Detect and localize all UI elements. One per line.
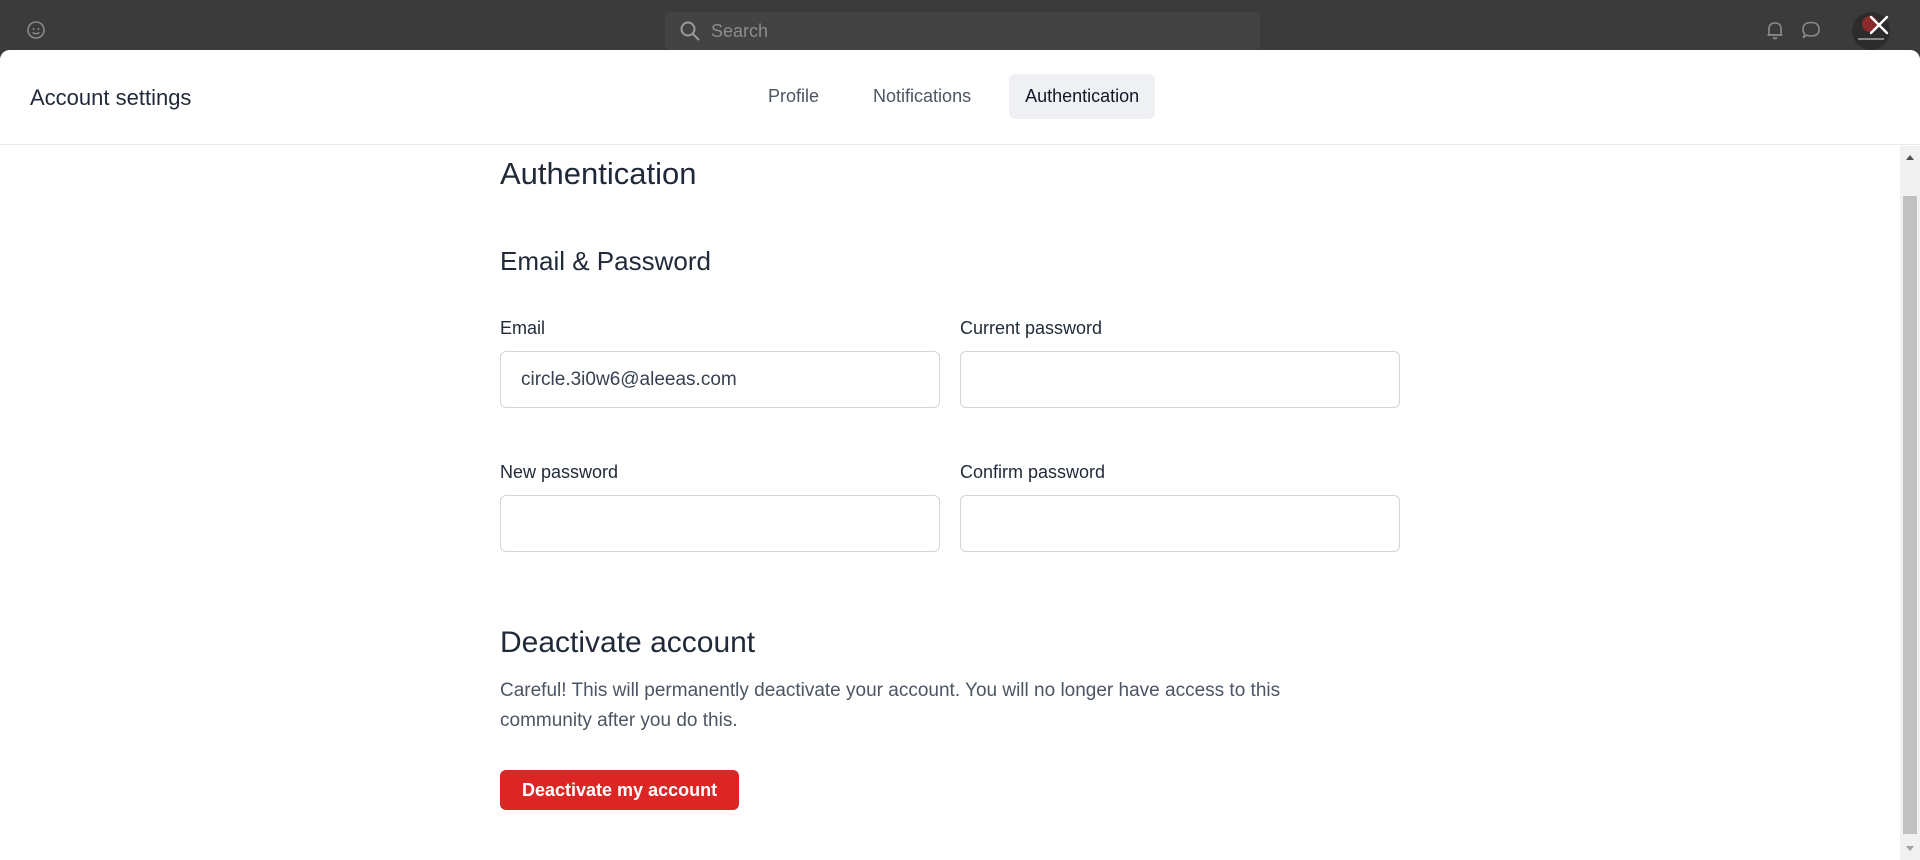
tab-authentication[interactable]: Authentication: [1009, 74, 1156, 119]
new-password-label: New password: [500, 462, 619, 482]
account-settings-modal: Account settings Profile Notifications A…: [0, 50, 1920, 860]
confirm-password-field-group: Confirm password: [960, 462, 1400, 552]
deactivate-account-button[interactable]: Deactivate my account: [500, 770, 740, 810]
auth-content: Authentication Email & Password Email Cu…: [0, 146, 1900, 860]
email-field-group: Email: [500, 318, 940, 408]
deactivate-warning-text: Careful! This will permanently deactivat…: [500, 680, 1281, 731]
confirm-password-field[interactable]: [960, 495, 1400, 552]
current-password-label: Current password: [960, 318, 1103, 338]
tab-notifications[interactable]: Notifications: [857, 74, 987, 119]
page-title: Authentication: [500, 156, 697, 191]
scrollbar-thumb[interactable]: [1903, 196, 1917, 834]
search-bar[interactable]: Search: [665, 12, 1260, 50]
email-label: Email: [500, 318, 546, 338]
settings-tabs: Profile Notifications Authentication: [752, 74, 1177, 119]
new-password-field[interactable]: [500, 495, 940, 552]
current-password-field-group: Current password: [960, 318, 1400, 408]
bell-icon[interactable]: [1764, 19, 1786, 41]
confirm-password-label: Confirm password: [960, 462, 1106, 482]
scroll-down-arrow-icon[interactable]: [1904, 842, 1916, 854]
modal-header: Account settings Profile Notifications A…: [0, 50, 1920, 145]
scroll-up-arrow-icon[interactable]: [1904, 152, 1916, 164]
email-field[interactable]: [500, 351, 940, 408]
search-icon: [680, 21, 700, 41]
logo-icon[interactable]: [26, 20, 46, 40]
new-password-field-group: New password: [500, 462, 940, 552]
close-icon[interactable]: [1866, 12, 1892, 38]
scrollbar[interactable]: [1900, 146, 1920, 860]
tab-profile[interactable]: Profile: [752, 74, 835, 119]
chat-icon[interactable]: [1800, 19, 1822, 41]
modal-title: Account settings: [30, 85, 192, 110]
section-title-deactivate: Deactivate account: [500, 626, 756, 659]
section-title-email-password: Email & Password: [500, 246, 711, 276]
search-input[interactable]: Search: [711, 21, 768, 42]
current-password-field[interactable]: [960, 351, 1400, 408]
